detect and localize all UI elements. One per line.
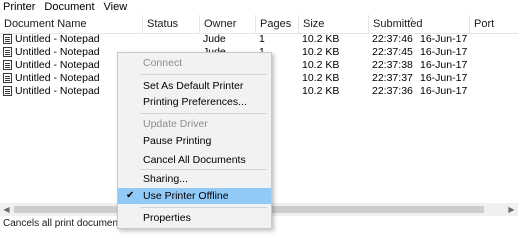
job-time: 22:37:46 — [372, 33, 413, 45]
menu-separator — [140, 207, 267, 208]
column-header-status-label: Status — [147, 18, 179, 30]
job-name: Untitled - Notepad — [15, 46, 100, 58]
menu-item-use-printer-offline[interactable]: ✔ Use Printer Offline — [118, 188, 271, 204]
column-header-document-name[interactable]: Document Name — [0, 15, 142, 33]
column-header-port-label: Port — [474, 18, 495, 30]
print-queue-window: Printer Document View Document Name Stat… — [0, 0, 518, 229]
menu-bar: Printer Document View — [0, 0, 518, 15]
notepad-document-icon — [3, 60, 12, 70]
column-header-submitted[interactable]: ˄ Submitted — [368, 15, 469, 33]
column-header-row: Document Name Status Owner Pages Size ˄ … — [0, 15, 518, 34]
menu-separator — [140, 113, 267, 114]
menu-item-connect[interactable]: Connect — [118, 55, 271, 71]
job-date: 16-Jun-17 — [420, 59, 468, 71]
menu-separator — [140, 74, 267, 75]
job-size: 10.2 KB — [302, 85, 340, 97]
menu-item-update-driver[interactable]: Update Driver — [118, 116, 271, 132]
column-header-pages[interactable]: Pages — [255, 15, 298, 33]
job-time: 22:37:37 — [372, 72, 413, 84]
notepad-document-icon — [3, 47, 12, 57]
job-name: Untitled - Notepad — [15, 85, 100, 97]
job-size: 10.2 KB — [302, 33, 340, 45]
column-header-submitted-label: Submitted — [373, 18, 423, 30]
job-name: Untitled - Notepad — [15, 72, 100, 84]
column-header-pages-label: Pages — [260, 18, 292, 30]
menu-item-pause-printing[interactable]: Pause Printing — [118, 133, 271, 149]
column-header-size-label: Size — [303, 18, 325, 30]
notepad-document-icon — [3, 34, 12, 44]
job-owner: Jude — [203, 33, 226, 45]
notepad-document-icon — [3, 73, 12, 83]
column-header-owner[interactable]: Owner — [199, 15, 255, 33]
scroll-right-arrow-icon[interactable]: ▶ — [505, 203, 518, 216]
menu-item-set-default-printer[interactable]: Set As Default Printer — [118, 78, 271, 94]
menu-printer[interactable]: Printer — [0, 0, 38, 15]
print-job-row[interactable]: Untitled - Notepad Jude 1 10.2 KB 22:37:… — [0, 33, 518, 46]
notepad-document-icon — [3, 86, 12, 96]
job-name: Untitled - Notepad — [15, 33, 100, 45]
column-header-document-name-label: Document Name — [4, 18, 87, 30]
menu-item-cancel-all-documents[interactable]: Cancel All Documents — [118, 152, 271, 168]
job-time: 22:37:38 — [372, 59, 413, 71]
job-time: 22:37:36 — [372, 85, 413, 97]
job-date: 16-Jun-17 — [420, 46, 468, 58]
job-pages: 1 — [259, 33, 265, 45]
column-header-status[interactable]: Status — [142, 15, 199, 33]
job-size: 10.2 KB — [302, 72, 340, 84]
menu-separator — [140, 169, 267, 170]
menu-item-properties[interactable]: Properties — [118, 210, 271, 226]
menu-document[interactable]: Document — [41, 0, 97, 15]
sort-ascending-icon: ˄ — [409, 15, 414, 24]
menu-item-printing-preferences[interactable]: Printing Preferences... — [118, 94, 271, 110]
job-time: 22:37:45 — [372, 46, 413, 58]
job-name: Untitled - Notepad — [15, 59, 100, 71]
menu-view[interactable]: View — [101, 0, 131, 15]
menu-item-use-printer-offline-label: Use Printer Offline — [143, 190, 229, 202]
job-size: 10.2 KB — [302, 59, 340, 71]
printer-context-menu: Connect Set As Default Printer Printing … — [117, 52, 272, 229]
checkmark-icon: ✔ — [126, 190, 135, 201]
job-date: 16-Jun-17 — [420, 33, 468, 45]
scroll-left-arrow-icon[interactable]: ◀ — [0, 203, 13, 216]
column-header-owner-label: Owner — [204, 18, 237, 30]
column-header-size[interactable]: Size — [298, 15, 368, 33]
job-size: 10.2 KB — [302, 46, 340, 58]
menu-item-sharing[interactable]: Sharing... — [118, 171, 271, 187]
column-header-port[interactable]: Port — [469, 15, 518, 33]
job-date: 16-Jun-17 — [420, 85, 468, 97]
job-date: 16-Jun-17 — [420, 72, 468, 84]
